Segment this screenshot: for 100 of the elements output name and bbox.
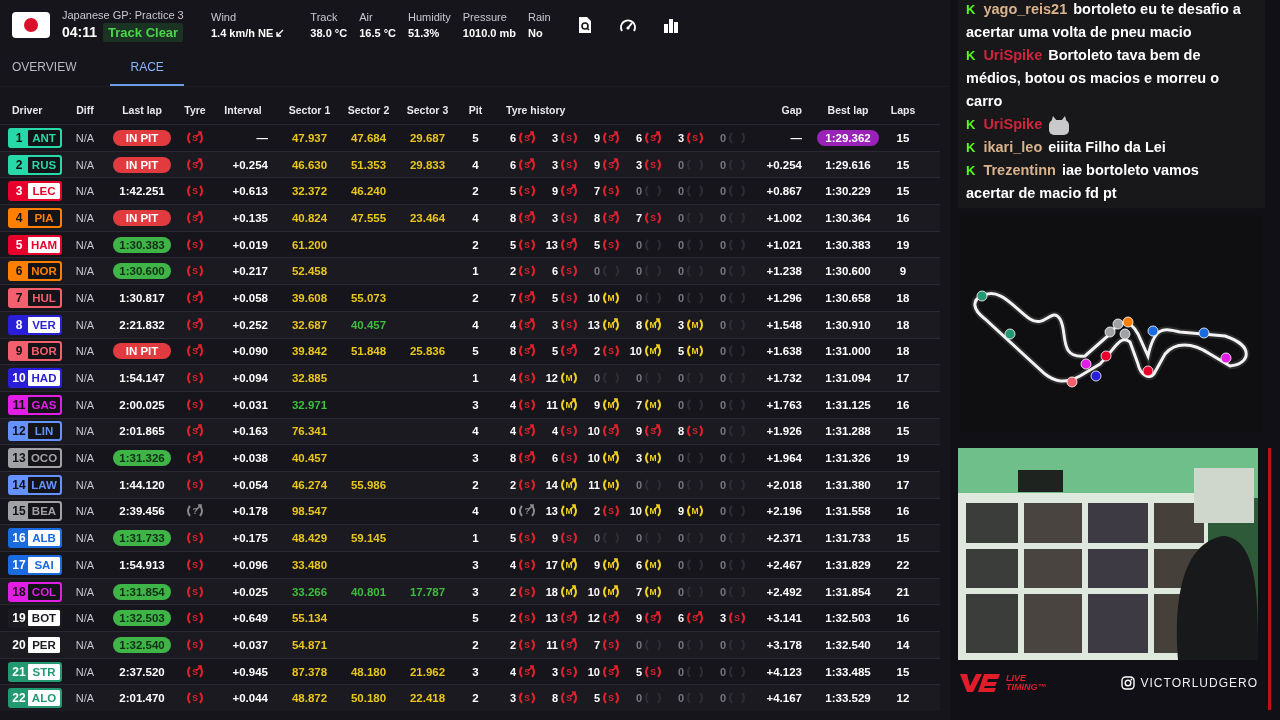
lap-count: 19: [896, 238, 910, 251]
sector-time: 98.547: [291, 505, 328, 518]
stint-laps: 0: [592, 372, 600, 385]
stint-laps: 13: [544, 612, 558, 625]
sector-time: 40.457: [350, 318, 387, 331]
sector-time: 32.372: [291, 185, 328, 198]
sector-time: 22.418: [409, 692, 446, 705]
gap-value: +1.296: [766, 291, 802, 304]
best-lap-time: 1:30.383: [825, 238, 871, 251]
stint-laps: 0: [634, 265, 642, 278]
sector-time: 46.274: [291, 478, 328, 491]
interval-value: +0.175: [232, 532, 268, 545]
stint-laps: 0: [718, 452, 726, 465]
diff-value: N/A: [75, 558, 95, 571]
diff-value: N/A: [75, 612, 95, 625]
lap-time: 1:30.817: [119, 291, 165, 304]
document-search-icon[interactable]: [576, 16, 593, 34]
sector-time: 39.608: [291, 291, 328, 304]
sector-time: 33.480: [291, 558, 328, 571]
interval-value: +0.163: [232, 425, 268, 438]
position-number: 9: [14, 343, 24, 360]
sector-time: 47.937: [291, 131, 328, 144]
weather-label: Air: [359, 11, 374, 23]
best-lap-time: 1:31.326: [825, 452, 871, 465]
lap-count: 15: [896, 665, 910, 678]
stint-laps: 0: [634, 291, 642, 304]
sector-time: 47.555: [350, 211, 387, 224]
stint-laps: 3: [550, 131, 558, 144]
pit-count: 3: [472, 585, 479, 598]
sector-time: 39.842: [291, 345, 328, 358]
lap-count: 21: [896, 585, 910, 598]
weather-label: Wind: [211, 11, 238, 23]
column-header: Gap: [781, 104, 802, 116]
stint-laps: 11: [545, 398, 558, 411]
sector-time: 52.458: [291, 265, 328, 278]
stint-laps: 7: [508, 291, 516, 304]
position-number: 21: [11, 663, 27, 680]
session-title: Japanese GP: Practice 3: [62, 8, 185, 21]
sector-time: 48.872: [291, 692, 328, 705]
best-lap-time: 1:31.380: [825, 478, 871, 491]
gap-value: +0.254: [766, 158, 802, 171]
stint-laps: 0: [676, 372, 684, 385]
best-lap-time: 1:30.229: [825, 185, 871, 198]
gap-value: +2.196: [766, 505, 802, 518]
gap-value: +2.467: [766, 558, 802, 571]
driver-code: ANT: [28, 129, 60, 146]
column-header: Best lap: [827, 104, 869, 116]
stint-laps: 0: [718, 692, 726, 705]
stint-laps: 10: [586, 291, 600, 304]
diff-value: N/A: [75, 211, 95, 224]
platform-label: K: [966, 116, 976, 134]
diff-value: N/A: [75, 291, 95, 304]
stint-laps: 5: [550, 291, 558, 304]
driver-code: HUL: [28, 289, 60, 306]
column-header: Tyre history: [506, 104, 566, 116]
in-pit-badge: IN PIT: [113, 156, 171, 173]
stint-laps: 0: [676, 478, 684, 491]
stint-laps: 5: [508, 185, 516, 198]
stint-laps: 0: [634, 532, 642, 545]
best-lap-time: 1:33.529: [825, 692, 871, 705]
sector-time: 46.630: [291, 158, 328, 171]
stint-laps: 0: [676, 291, 684, 304]
stint-laps: 0: [718, 131, 726, 144]
lap-time-pill: 1:30.600: [113, 263, 171, 280]
position-number: 10: [11, 370, 27, 387]
position-number: 2: [14, 156, 24, 173]
pit-count: 1: [472, 532, 479, 545]
interval-value: +0.038: [232, 452, 268, 465]
in-pit-badge: IN PIT: [113, 129, 171, 146]
diff-value: N/A: [75, 185, 95, 198]
diff-value: N/A: [75, 585, 95, 598]
interval-value: +0.613: [232, 185, 268, 198]
sector-time: 61.200: [291, 238, 328, 251]
sector-time: 32.971: [291, 398, 328, 411]
weather-label: Rain: [528, 11, 551, 23]
pit-count: 3: [472, 452, 479, 465]
column-header: Last lap: [122, 104, 162, 116]
stint-laps: 4: [508, 665, 516, 678]
bar-chart-icon[interactable]: [662, 17, 679, 33]
stint-laps: 3: [508, 692, 516, 705]
stint-laps: 9: [592, 158, 600, 171]
sector-time: 40.801: [350, 585, 387, 598]
position-number: 17: [11, 556, 27, 573]
pit-count: 2: [472, 185, 479, 198]
stint-laps: 7: [592, 185, 600, 198]
tab[interactable]: OVERVIEW: [4, 50, 85, 86]
stint-laps: 4: [508, 372, 516, 385]
tab[interactable]: RACE: [110, 50, 184, 86]
diff-value: N/A: [75, 692, 95, 705]
sector-time: 17.787: [409, 585, 446, 598]
driver-code: BEA: [28, 503, 60, 520]
pit-count: 1: [472, 372, 479, 385]
lap-count: 14: [896, 638, 910, 651]
stint-laps: 6: [634, 558, 642, 571]
gap-value: —: [790, 131, 802, 144]
stint-laps: 0: [718, 638, 726, 651]
best-lap-time: 1:29.616: [825, 158, 871, 171]
gap-value: +1.548: [766, 318, 802, 331]
stint-laps: 6: [508, 131, 516, 144]
speedometer-icon[interactable]: [618, 17, 637, 33]
